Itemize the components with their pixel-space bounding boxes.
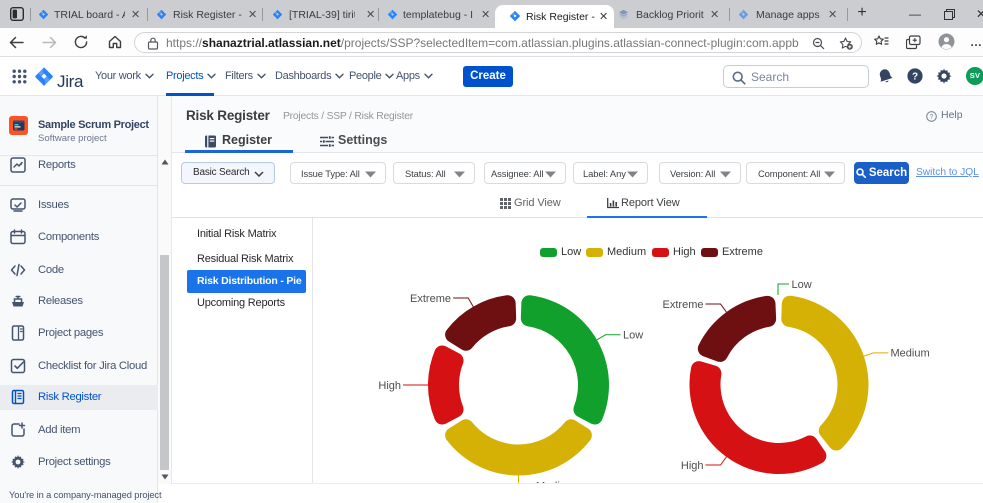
svg-text:?: ? bbox=[912, 71, 918, 82]
svg-text:?: ? bbox=[930, 114, 934, 121]
svg-text:Low: Low bbox=[623, 330, 643, 342]
svg-text:High: High bbox=[681, 460, 704, 472]
svg-text:High: High bbox=[378, 380, 401, 392]
svg-text:Low: Low bbox=[792, 279, 812, 291]
svg-text:Extreme: Extreme bbox=[663, 299, 704, 311]
svg-text:Medium: Medium bbox=[891, 348, 930, 360]
svg-text:Extreme: Extreme bbox=[410, 293, 451, 305]
